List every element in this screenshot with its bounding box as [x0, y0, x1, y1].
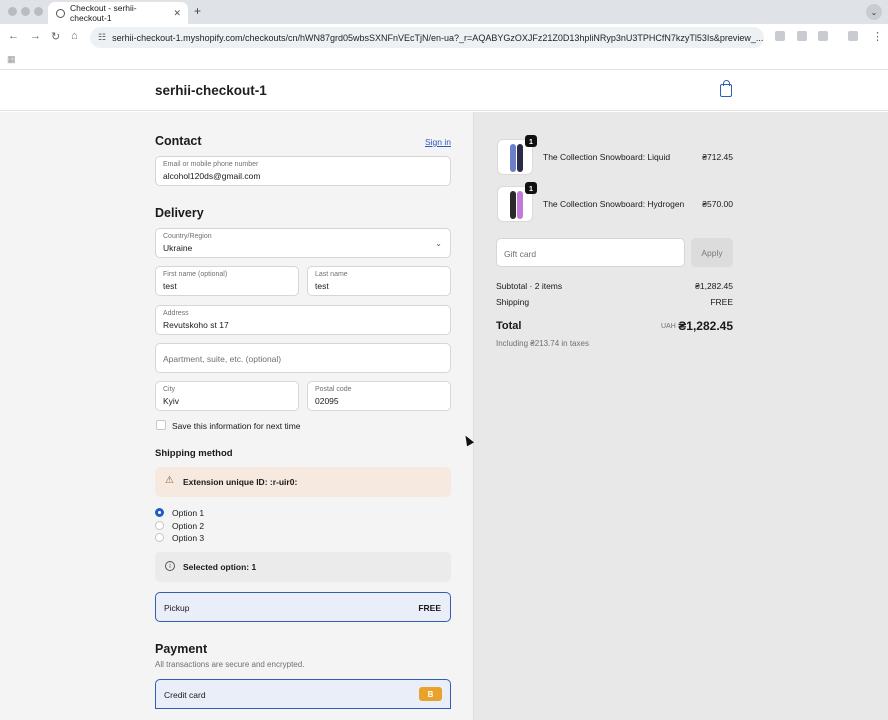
snowboard-image: [510, 144, 516, 172]
shipping-value: FREE: [710, 297, 733, 307]
option-2-radio[interactable]: [155, 521, 164, 530]
gift-card-input[interactable]: Gift card: [496, 238, 685, 267]
address-label: Address: [163, 310, 189, 317]
shipping-method-pickup[interactable]: Pickup FREE: [155, 592, 451, 622]
sign-in-link[interactable]: Sign in: [425, 137, 451, 147]
first-name-value: test: [163, 281, 177, 291]
city-value: Kyiv: [163, 396, 180, 406]
save-info-checkbox[interactable]: [156, 420, 166, 430]
browser-tab[interactable]: Checkout - serhii-checkout-1 ✕: [48, 2, 188, 24]
snowboard-image: [510, 191, 516, 219]
home-icon[interactable]: ⌂: [71, 30, 78, 42]
total-value: ₴1,282.45: [678, 319, 733, 333]
back-icon[interactable]: ←: [8, 30, 19, 42]
postal-code-label: Postal code: [315, 386, 352, 393]
forward-icon[interactable]: →: [30, 30, 41, 42]
shipping-method-heading: Shipping method: [155, 448, 233, 459]
menu-icon[interactable]: ⋮: [872, 30, 883, 43]
snowboard-image: [517, 191, 523, 219]
selected-option-text: Selected option: 1: [183, 562, 257, 572]
selected-option-banner: i Selected option: 1: [155, 552, 451, 582]
currency-code: UAH: [661, 323, 676, 330]
chevron-down-icon[interactable]: ⌄: [866, 4, 882, 20]
postal-code-value: 02095: [315, 396, 339, 406]
last-name-label: Last name: [315, 271, 348, 278]
taxes-note: Including ₴213.74 in taxes: [496, 339, 589, 348]
info-icon: i: [165, 561, 175, 571]
delivery-heading: Delivery: [155, 206, 204, 220]
country-select[interactable]: Country/Region Ukraine ⌄: [155, 228, 451, 258]
apps-icon[interactable]: ▦: [7, 54, 16, 65]
subtotal-value: ₴1,282.45: [695, 281, 733, 291]
url-text: serhii-checkout-1.myshopify.com/checkout…: [112, 32, 764, 43]
globe-icon: [56, 8, 65, 18]
snowboard-image: [517, 144, 523, 172]
postal-code-field[interactable]: Postal code 02095: [307, 381, 451, 411]
city-field[interactable]: City Kyiv: [155, 381, 299, 411]
checkout-header: serhii-checkout-1: [0, 71, 888, 111]
pickup-price: FREE: [418, 603, 441, 613]
last-name-field[interactable]: Last name test: [307, 266, 451, 296]
country-label: Country/Region: [163, 233, 212, 240]
save-info-label[interactable]: Save this information for next time: [172, 421, 301, 431]
bookmarks-bar: ▦: [0, 50, 888, 70]
subtotal-label: Subtotal · 2 items: [496, 281, 563, 291]
first-name-field[interactable]: First name (optional) test: [155, 266, 299, 296]
apartment-field[interactable]: Apartment, suite, etc. (optional): [155, 343, 451, 373]
address-value: Revutskoho st 17: [163, 320, 229, 330]
last-name-value: test: [315, 281, 329, 291]
contact-heading: Contact: [155, 134, 202, 148]
shipping-label: Shipping: [496, 297, 530, 307]
extension-icon[interactable]: [775, 31, 785, 41]
reload-icon[interactable]: ↻: [51, 30, 60, 43]
option-1-radio[interactable]: [155, 508, 164, 517]
email-field[interactable]: Email or mobile phone number alcohol120d…: [155, 156, 451, 186]
close-icon[interactable]: ✕: [173, 8, 181, 19]
address-field[interactable]: Address Revutskoho st 17: [155, 305, 451, 335]
email-label: Email or mobile phone number: [163, 161, 259, 168]
city-label: City: [163, 386, 176, 393]
puzzle-icon[interactable]: [818, 31, 828, 41]
apply-button[interactable]: Apply: [691, 238, 733, 267]
product-price: ₴712.45: [702, 152, 733, 162]
extension-icon[interactable]: [797, 31, 807, 41]
browser-toolbar: ← → ↻ ⌂ ☷ serhii-checkout-1.myshopify.co…: [0, 24, 888, 50]
apartment-placeholder: Apartment, suite, etc. (optional): [163, 354, 282, 364]
product-name: The Collection Snowboard: Liquid: [543, 152, 671, 162]
credit-card-option[interactable]: Credit card B: [155, 679, 451, 709]
card-brand-logo: B: [419, 687, 442, 701]
checkout-form: [0, 112, 473, 720]
total-label: Total: [496, 320, 522, 332]
address-bar[interactable]: ☷ serhii-checkout-1.myshopify.com/checko…: [90, 27, 764, 48]
tab-title: Checkout - serhii-checkout-1: [70, 3, 137, 23]
close-window-button[interactable]: [8, 7, 17, 16]
option-1-label[interactable]: Option 1: [172, 508, 204, 518]
pickup-label: Pickup: [164, 603, 190, 613]
maximize-window-button[interactable]: [34, 7, 43, 16]
email-value: alcohol120ds@gmail.com: [163, 171, 261, 181]
option-3-radio[interactable]: [155, 533, 164, 542]
gift-card-placeholder: Gift card: [504, 249, 537, 259]
minimize-window-button[interactable]: [21, 7, 30, 16]
new-tab-button[interactable]: +: [194, 4, 201, 18]
warning-icon: ⚠: [165, 475, 174, 486]
payment-heading: Payment: [155, 642, 208, 656]
browser-tabstrip: Checkout - serhii-checkout-1 ✕ + ⌄: [0, 0, 888, 24]
quantity-badge: 1: [525, 182, 537, 194]
bag-icon[interactable]: [720, 80, 732, 97]
country-value: Ukraine: [163, 243, 193, 253]
credit-card-label: Credit card: [164, 690, 206, 700]
shop-name[interactable]: serhii-checkout-1: [155, 83, 267, 98]
warning-text: Extension unique ID: :r-uir0:: [183, 477, 298, 487]
first-name-label: First name (optional): [163, 271, 228, 278]
payment-subtitle: All transactions are secure and encrypte…: [155, 660, 305, 669]
profile-icon[interactable]: [848, 31, 858, 41]
quantity-badge: 1: [525, 135, 537, 147]
site-info-icon[interactable]: ☷: [98, 32, 106, 43]
option-3-label[interactable]: Option 3: [172, 533, 204, 543]
extension-warning-banner: ⚠ Extension unique ID: :r-uir0:: [155, 467, 451, 497]
chevron-down-icon: ⌄: [435, 239, 442, 248]
product-price: ₴570.00: [702, 199, 733, 209]
option-2-label[interactable]: Option 2: [172, 521, 204, 531]
